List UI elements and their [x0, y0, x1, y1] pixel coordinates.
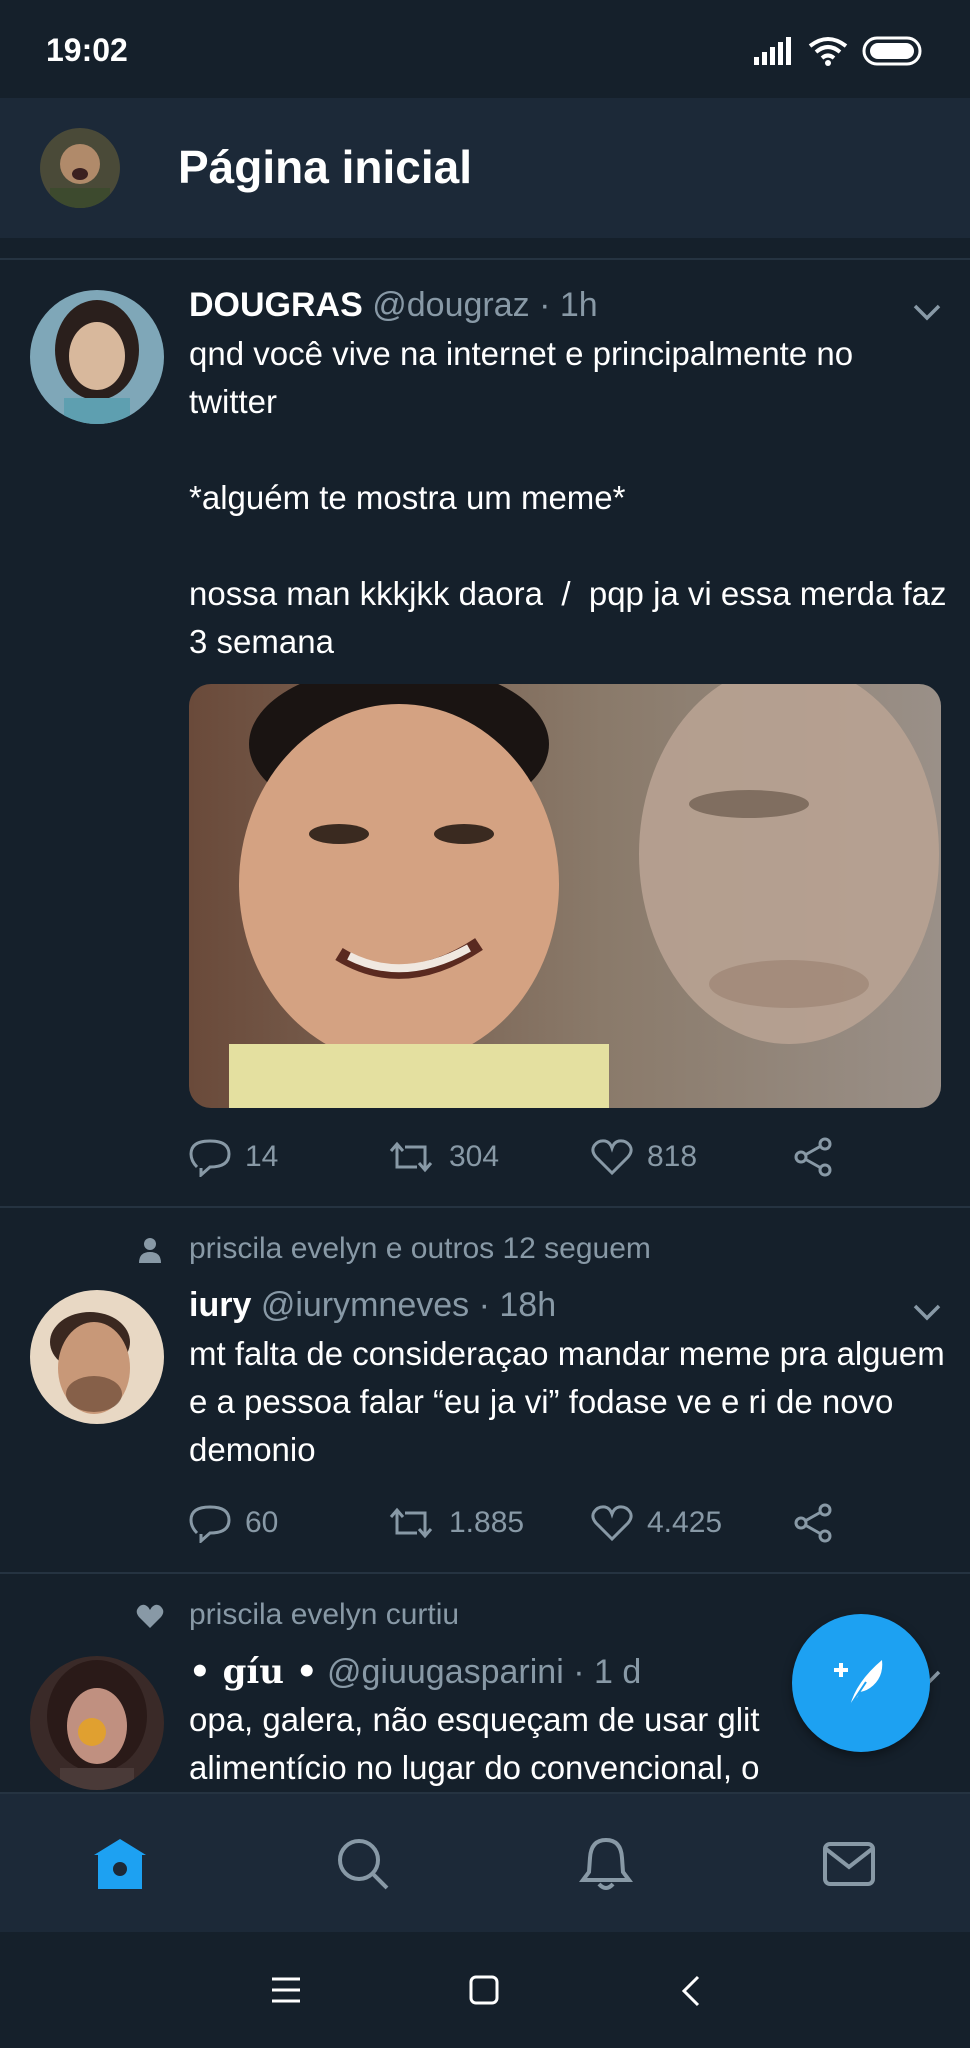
compose-icon: [834, 1660, 883, 1707]
like-button[interactable]: 4.425: [591, 1504, 793, 1542]
tweet-actions: 60 1.885 4.425: [189, 1498, 835, 1548]
retweet-icon: [389, 1507, 433, 1539]
tweet-author-name[interactable]: DOUGRAS: [189, 286, 363, 324]
tweet-header: iury @iurymneves · 18h: [189, 1286, 556, 1325]
like-count: 818: [647, 1140, 698, 1173]
tweet-avatar-iury[interactable]: [30, 1290, 164, 1424]
back-icon[interactable]: [680, 1974, 702, 2008]
tweet-avatar-giu[interactable]: [30, 1656, 164, 1790]
tweet-time: · 18h: [478, 1286, 557, 1324]
like-icon: [591, 1139, 633, 1176]
home-square-icon[interactable]: [468, 1974, 500, 2006]
tweet-avatar-dougras[interactable]: [30, 290, 164, 424]
heart-icon: [136, 1604, 164, 1628]
app-header: [0, 98, 970, 238]
retweet-button[interactable]: 1.885: [387, 1505, 591, 1541]
retweet-button[interactable]: 304: [387, 1139, 591, 1175]
share-icon: [794, 1137, 832, 1177]
tweet-separator: [0, 1572, 970, 1574]
like-icon: [591, 1505, 633, 1542]
status-time: 19:02: [46, 32, 128, 68]
tweet-actions: 14 304 818: [189, 1132, 835, 1182]
chevron-down-icon[interactable]: [912, 1302, 942, 1322]
mail-icon: [823, 1842, 875, 1886]
reply-count: 60: [245, 1506, 279, 1539]
tweet-text: mt falta de consideraçao mandar meme pra…: [189, 1335, 954, 1468]
share-button[interactable]: [793, 1503, 835, 1543]
signal-icon: [754, 37, 791, 65]
menu-icon[interactable]: [270, 1976, 302, 2004]
status-icons: [754, 34, 926, 68]
retweet-icon: [389, 1141, 433, 1173]
tweet-author-name[interactable]: • gíu •: [189, 1652, 318, 1692]
tweet-header: DOUGRAS @dougraz · 1h: [189, 286, 598, 325]
tweet-separator: [0, 1206, 970, 1208]
search-icon: [338, 1839, 389, 1890]
social-context[interactable]: priscila evelyn e outros 12 seguem: [189, 1232, 651, 1266]
share-icon: [794, 1503, 832, 1543]
tweet-author-name[interactable]: iury: [189, 1286, 251, 1324]
page-title: Página inicial: [178, 141, 472, 193]
tweet-time: · 1h: [539, 286, 598, 324]
share-button[interactable]: [793, 1137, 835, 1177]
compose-tweet-button[interactable]: [792, 1614, 930, 1752]
reply-button[interactable]: 60: [189, 1503, 387, 1543]
tab-search[interactable]: [323, 1824, 403, 1904]
reply-count: 14: [245, 1140, 279, 1173]
tab-notifications[interactable]: [566, 1824, 646, 1904]
retweet-count: 304: [449, 1140, 500, 1173]
profile-avatar-button[interactable]: [40, 128, 120, 208]
tab-messages[interactable]: [809, 1824, 889, 1904]
chevron-down-icon[interactable]: [912, 302, 942, 322]
reply-button[interactable]: 14: [189, 1137, 387, 1177]
tweet-text: qnd você vive na internet e principalmen…: [189, 335, 947, 660]
tweet-header: • gíu • @giuugasparini · 1 d: [189, 1652, 641, 1692]
system-navigation-bar: [0, 1932, 970, 2048]
retweet-count: 1.885: [449, 1506, 525, 1539]
like-button[interactable]: 818: [591, 1138, 793, 1176]
reply-icon: [189, 1505, 231, 1543]
status-bar: 19:02: [0, 0, 970, 98]
home-icon: [94, 1839, 146, 1889]
tweet-media-image[interactable]: [189, 684, 941, 1108]
tweet-author-handle: @giuugasparini: [327, 1653, 564, 1691]
tab-home[interactable]: [80, 1824, 160, 1904]
header-divider: [0, 258, 970, 260]
tweet-author-handle: @dougraz: [372, 286, 530, 324]
bottom-tab-bar: [0, 1792, 970, 1934]
battery-icon: [862, 36, 922, 66]
tweet-time: · 1 d: [573, 1653, 642, 1691]
bell-icon: [579, 1837, 633, 1890]
wifi-icon: [808, 37, 848, 66]
like-count: 4.425: [647, 1506, 723, 1539]
tweet-author-handle: @iurymneves: [260, 1286, 470, 1324]
social-context[interactable]: priscila evelyn curtiu: [189, 1598, 459, 1632]
reply-icon: [189, 1139, 231, 1177]
person-icon: [139, 1238, 161, 1263]
